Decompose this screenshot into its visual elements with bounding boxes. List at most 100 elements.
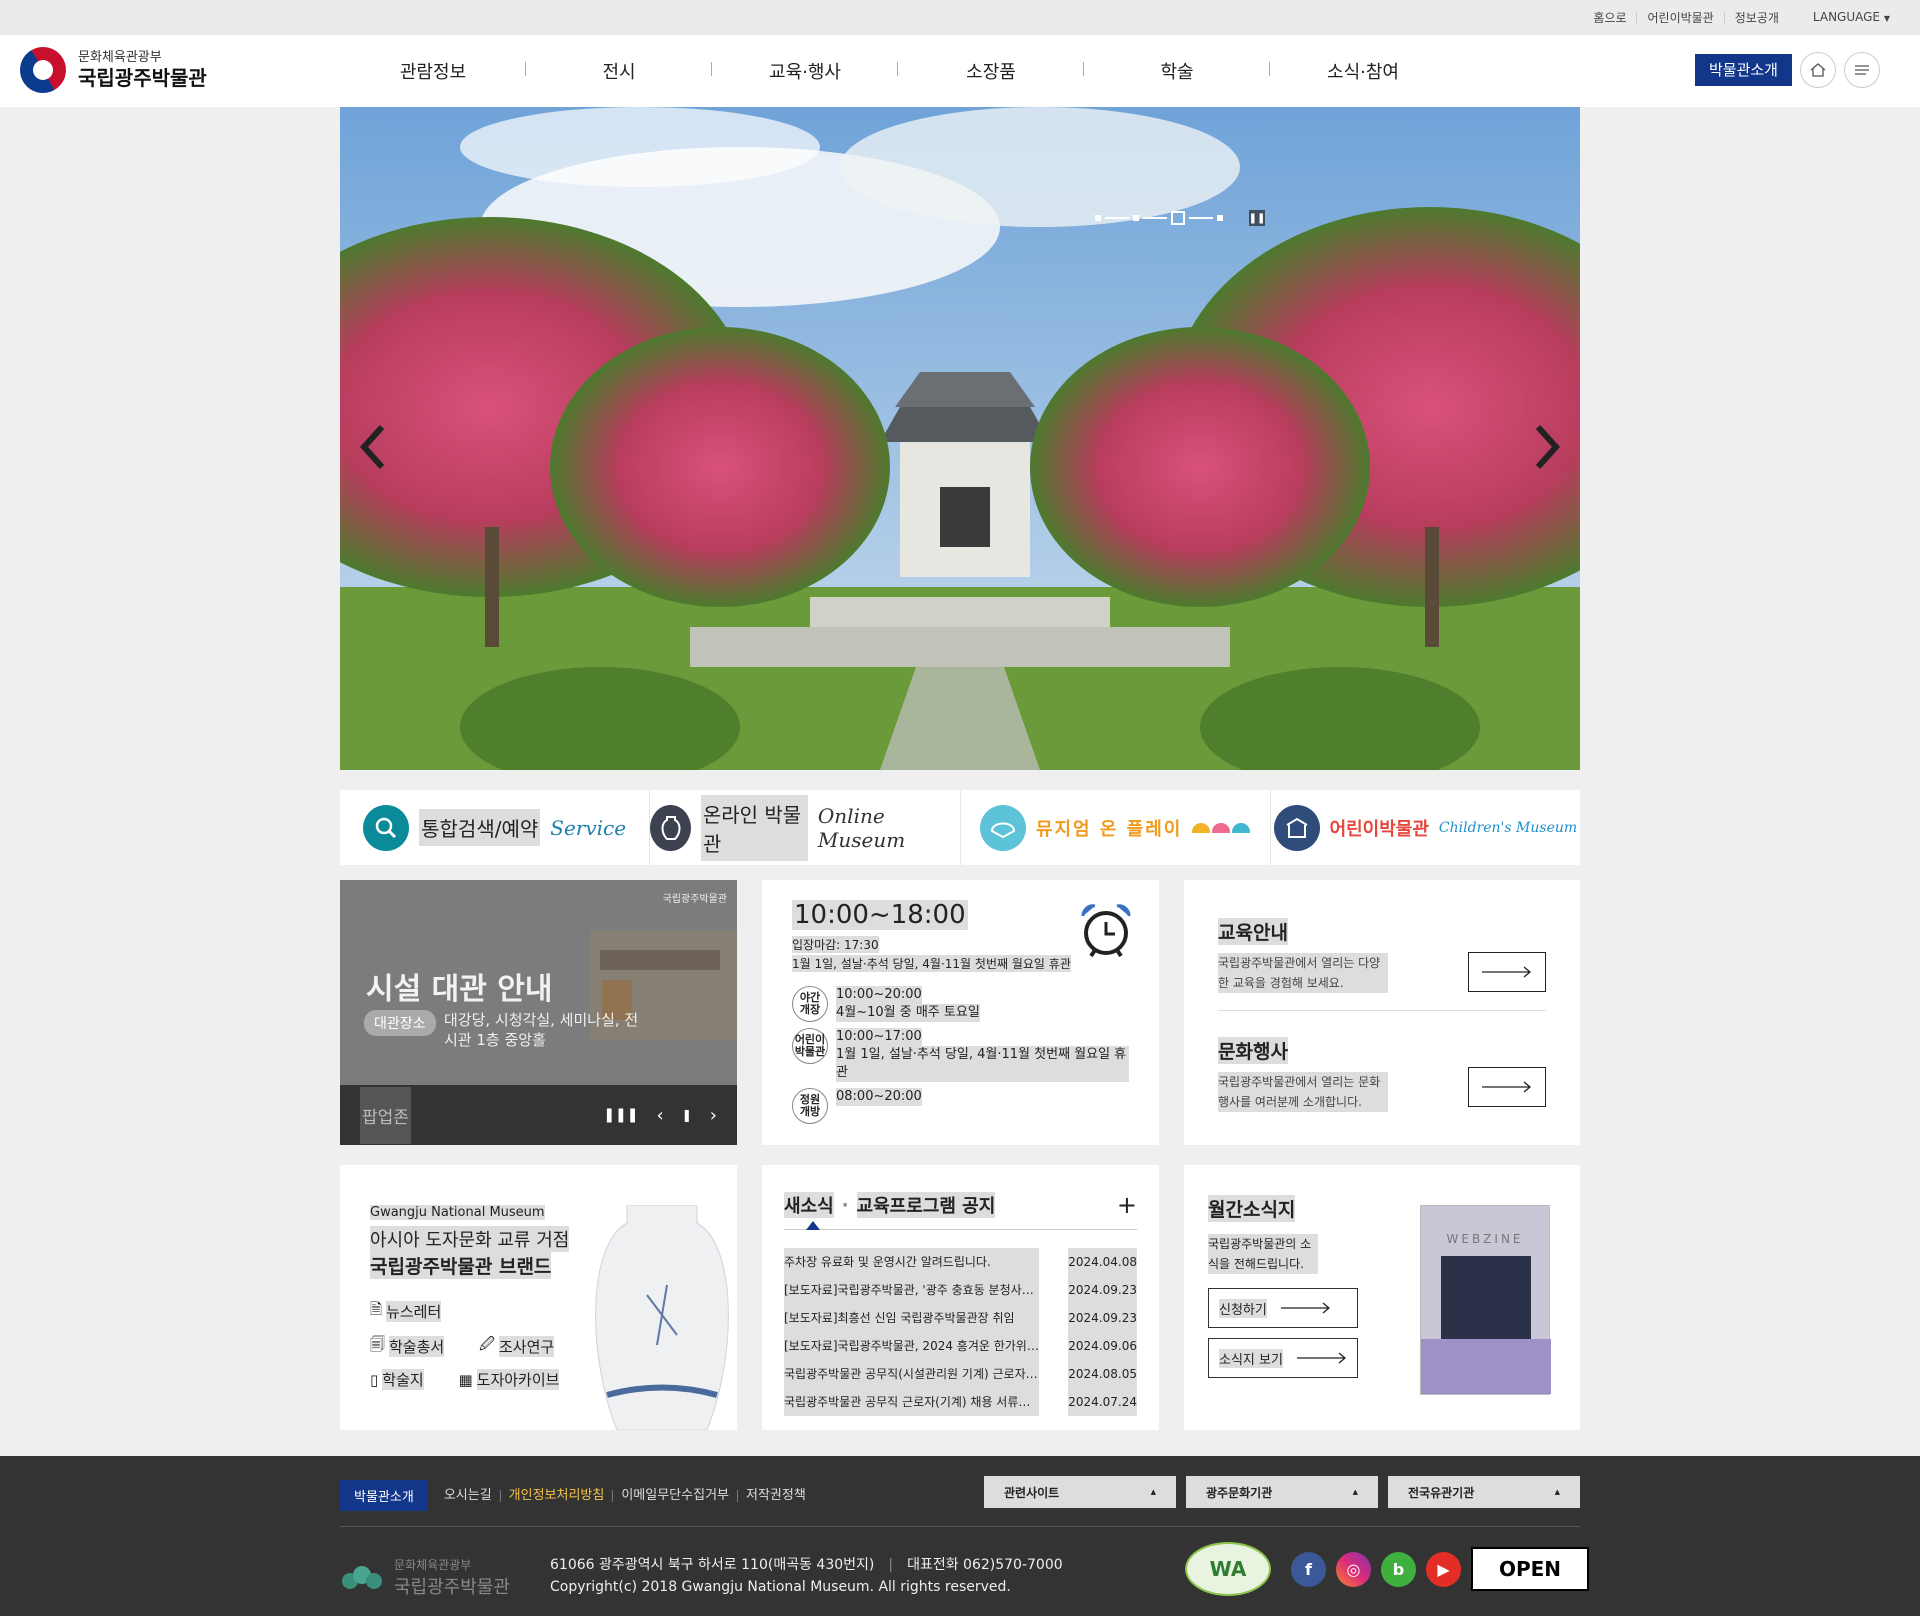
chevron-right-icon bbox=[1535, 424, 1561, 470]
ministry-emblem-icon bbox=[11, 38, 75, 102]
news-title: [보도자료]최흥선 신임 국립광주박물관장 취임 bbox=[784, 1304, 1039, 1332]
shortcut-label: 온라인 박물관 bbox=[700, 794, 808, 861]
nav-education[interactable]: 교육·행사 bbox=[712, 58, 898, 84]
blog-icon[interactable]: b bbox=[1381, 1551, 1416, 1587]
link-label: 학술총서 bbox=[389, 1336, 445, 1357]
related-sites-select[interactable]: 관련사이트 ▲ bbox=[984, 1476, 1176, 1508]
footer-directions[interactable]: 오시는길 bbox=[436, 1489, 500, 1502]
tab-edu-notice[interactable]: 교육프로그램 공지 bbox=[856, 1192, 996, 1218]
hero-prev-button[interactable] bbox=[354, 417, 394, 477]
news-tabs: 새소식 · 교육프로그램 공지 + bbox=[784, 1191, 1137, 1230]
view-newsletter-button[interactable]: 소식지 보기 bbox=[1208, 1338, 1358, 1378]
footer-email-policy[interactable]: 이메일무단수집거부 bbox=[612, 1489, 737, 1502]
youtube-icon[interactable]: ▶ bbox=[1426, 1551, 1461, 1587]
menu-button[interactable] bbox=[1844, 52, 1880, 88]
info-disclosure-link[interactable]: 정보공개 bbox=[1723, 11, 1789, 24]
slider-indicator: ❚❚ bbox=[1095, 210, 1265, 226]
list-item[interactable]: [보도자료]국립광주박물관, 2024 흥겨운 한가위 행사 개최 2024.09… bbox=[784, 1332, 1137, 1360]
events-desc: 국립광주박물관에서 열리는 문화행사를 여러분께 소개합니다. bbox=[1218, 1072, 1388, 1112]
education-more-button[interactable] bbox=[1468, 952, 1546, 992]
hours-last-entry: 입장마감: 17:30 bbox=[792, 936, 879, 953]
open-license-badge: OPEN bbox=[1471, 1547, 1589, 1591]
copyright-text: Copyright(c) 2018 Gwangju National Museu… bbox=[550, 1579, 1011, 1595]
list-item[interactable]: 국립광주박물관 공무직 근로자(기계) 채용 서류전형 합격자 발표 2024.0… bbox=[784, 1388, 1137, 1416]
museum-intro-button[interactable]: 박물관소개 bbox=[1694, 54, 1792, 86]
events-more-button[interactable] bbox=[1468, 1067, 1546, 1107]
caret-up-icon: ▲ bbox=[1150, 1488, 1156, 1496]
address-text: 61066 광주광역시 북구 하서로 110(매곡동 430번지) bbox=[550, 1557, 875, 1573]
slide-dot-4[interactable] bbox=[1217, 215, 1223, 221]
hours-time: 10:00~20:00 bbox=[836, 986, 922, 1004]
nav-exhibition[interactable]: 전시 bbox=[526, 58, 712, 84]
list-item[interactable]: [보도자료]국립광주박물관, '광주 충효동 분청사기 가마터' 재발굴조사 20… bbox=[784, 1276, 1137, 1304]
shortcut-search-reservation[interactable]: 통합검색/예약 Service bbox=[340, 790, 651, 865]
separator: | bbox=[888, 1557, 894, 1573]
shortcut-online-museum[interactable]: 온라인 박물관 Online Museum bbox=[650, 790, 961, 865]
home-link[interactable]: 홈으로 bbox=[1583, 12, 1636, 24]
hero-next-button[interactable] bbox=[1526, 417, 1566, 477]
popup-zone: 국립광주박물관 시설 대관 안내 대관장소 대강당, 시청각실, 세미나실, 전… bbox=[340, 880, 737, 1145]
webzine-cover[interactable]: WEBZINE bbox=[1420, 1205, 1551, 1395]
link-label: 조사연구 bbox=[498, 1336, 555, 1357]
museum-symbol-icon bbox=[342, 1565, 382, 1589]
chevron-left-icon[interactable]: ‹ bbox=[657, 1105, 664, 1126]
journal-link[interactable]: ▯ 학술지 bbox=[370, 1369, 424, 1390]
nav-visit-info[interactable]: 관람정보 bbox=[340, 58, 526, 84]
nav-news[interactable]: 소식·참여 bbox=[1270, 58, 1456, 84]
hours-main: 10:00~18:00 bbox=[792, 900, 968, 930]
phone-text: 대표전화 062)570-7000 bbox=[907, 1557, 1063, 1573]
home-button[interactable] bbox=[1800, 52, 1836, 88]
document-icon: 🗎 bbox=[370, 1300, 383, 1318]
site-logo[interactable]: 문화체육관광부 국립광주박물관 bbox=[11, 38, 207, 102]
main-nav: 관람정보 전시 교육·행사 소장품 학술 소식·참여 bbox=[340, 35, 1456, 107]
shortcut-museum-on-play[interactable]: 뮤지엄 온 플레이 bbox=[961, 790, 1271, 865]
hours-time: 08:00~20:00 bbox=[836, 1088, 922, 1106]
site-footer: 박물관소개 오시는길 개인정보처리방침 이메일무단수집거부 저작권정책 관련사이… bbox=[0, 1456, 1920, 1616]
pause-icon[interactable]: ❚ bbox=[682, 1108, 692, 1122]
popup-tag: 대관장소 bbox=[364, 1010, 436, 1036]
slide-dot-2[interactable] bbox=[1133, 215, 1139, 221]
news-date: 2024.09.23 bbox=[1068, 1276, 1137, 1304]
utility-bar: 홈으로 어린이박물관 정보공개 LANGUAGE ▼ bbox=[0, 0, 1920, 35]
list-item[interactable]: 국립광주박물관 공무직(시설관리원 기계) 근로자 채용 공고 2024.08.0… bbox=[784, 1360, 1137, 1388]
instagram-icon[interactable]: ◎ bbox=[1336, 1551, 1371, 1587]
tab-separator: · bbox=[841, 1194, 849, 1216]
newsletter-link[interactable]: 🗎 뉴스레터 bbox=[370, 1299, 442, 1324]
active-tab-indicator bbox=[806, 1221, 820, 1230]
subscribe-button[interactable]: 신청하기 bbox=[1208, 1288, 1358, 1328]
notes-icon: 🖉 bbox=[478, 1335, 495, 1353]
chevron-right-icon[interactable]: › bbox=[710, 1105, 717, 1126]
national-institutions-select[interactable]: 전국유관기관 ▲ bbox=[1388, 1476, 1580, 1508]
ceramic-archive-link[interactable]: ▦ 도자아카이브 bbox=[458, 1369, 560, 1390]
more-plus-icon[interactable]: + bbox=[1117, 1191, 1137, 1219]
tab-news[interactable]: 새소식 bbox=[784, 1192, 834, 1218]
news-list: 주차장 유료화 및 운영시간 알려드립니다. 2024.04.08 [보도자료]국… bbox=[784, 1248, 1137, 1416]
search-icon bbox=[363, 804, 410, 851]
popup-list-icon[interactable]: ❚❚❚ bbox=[603, 1107, 638, 1123]
footer-museum-name: 국립광주박물관 bbox=[394, 1577, 510, 1598]
hours-badge: 정원 개방 bbox=[792, 1088, 828, 1124]
button-label: 소식지 보기 bbox=[1219, 1348, 1283, 1368]
list-item[interactable]: [보도자료]최흥선 신임 국립광주박물관장 취임 2024.09.23 bbox=[784, 1304, 1137, 1332]
slide-dot-1[interactable] bbox=[1095, 215, 1101, 221]
slide-dot-3-active[interactable] bbox=[1171, 211, 1185, 225]
hours-note: 1월 1일, 설날·추석 당일, 4월·11월 첫번째 월요일 휴관 bbox=[836, 1046, 1129, 1082]
hours-row-night: 야간 개장 10:00~20:00 4월~10월 중 매주 토요일 bbox=[792, 986, 1129, 1022]
footer-copyright-policy[interactable]: 저작권정책 bbox=[736, 1489, 814, 1502]
footer-privacy-policy[interactable]: 개인정보처리방침 bbox=[499, 1489, 613, 1502]
research-link[interactable]: 🖉 조사연구 bbox=[478, 1334, 555, 1359]
nav-research[interactable]: 학술 bbox=[1084, 58, 1270, 84]
facebook-icon[interactable]: f bbox=[1291, 1551, 1326, 1587]
academic-series-link[interactable]: 🗐 학술총서 bbox=[370, 1334, 445, 1359]
slide-connector bbox=[1105, 217, 1129, 219]
nav-collection[interactable]: 소장품 bbox=[898, 58, 1084, 84]
list-item[interactable]: 주차장 유료화 및 운영시간 알려드립니다. 2024.04.08 bbox=[784, 1248, 1137, 1276]
shortcut-childrens-museum[interactable]: 어린이박물관 Children's Museum bbox=[1271, 790, 1580, 865]
building-icon bbox=[1273, 804, 1320, 851]
footer-museum-intro[interactable]: 박물관소개 bbox=[340, 1480, 428, 1511]
language-selector[interactable]: LANGUAGE ▼ bbox=[1803, 11, 1900, 25]
slider-pause-button[interactable]: ❚❚ bbox=[1249, 210, 1265, 226]
gwangju-culture-select[interactable]: 광주문화기관 ▲ bbox=[1186, 1476, 1378, 1508]
monthly-title: 월간소식지 bbox=[1208, 1195, 1296, 1222]
kids-museum-link[interactable]: 어린이박물관 bbox=[1636, 11, 1723, 24]
